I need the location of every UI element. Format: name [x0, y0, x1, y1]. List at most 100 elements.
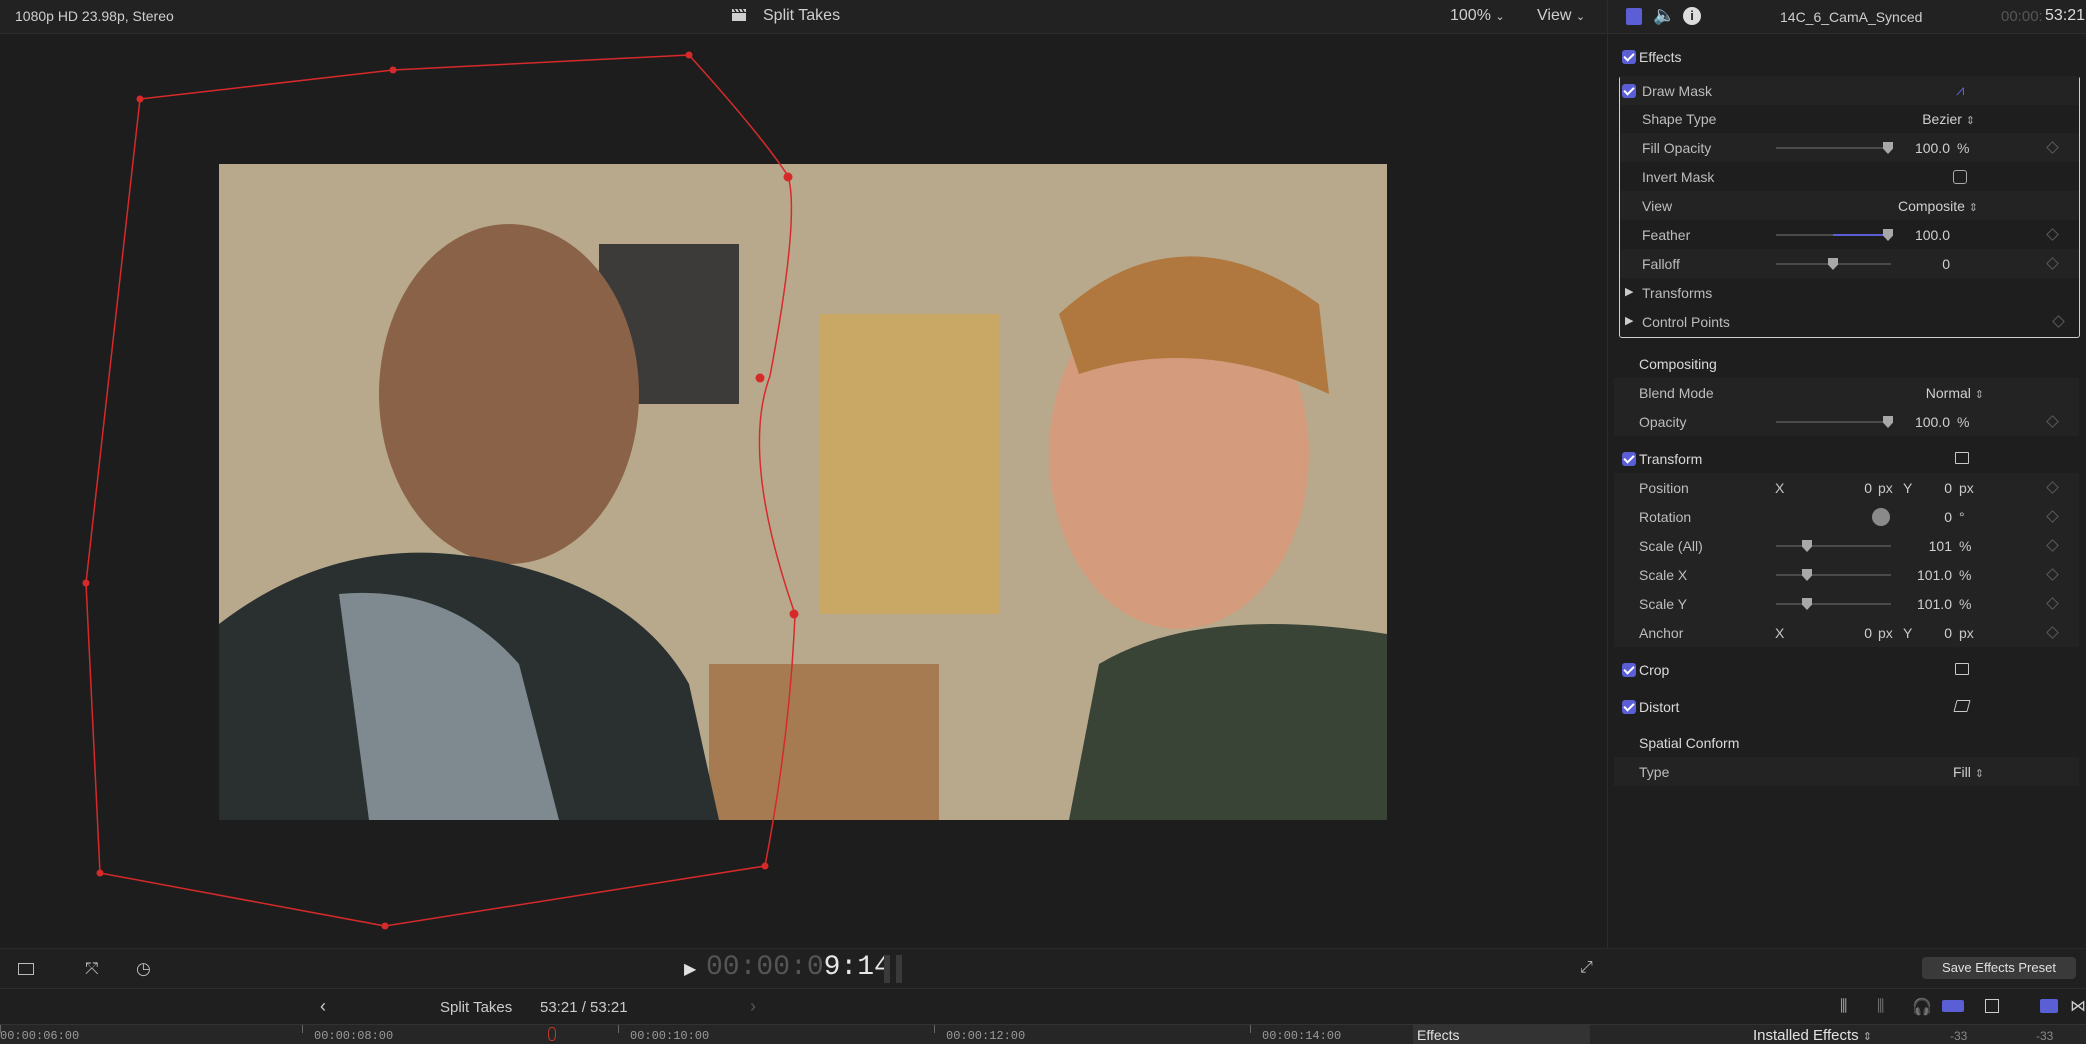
- falloff-slider[interactable]: [1776, 258, 1891, 270]
- mask-shape[interactable]: [0, 36, 1607, 948]
- transforms-disclosure[interactable]: ▶ Transforms: [1620, 278, 2079, 307]
- keyframe-icon[interactable]: [2046, 568, 2059, 581]
- scale-x-slider[interactable]: [1776, 569, 1891, 581]
- zoom-menu[interactable]: 100% ⌄: [1450, 7, 1505, 25]
- crop-section[interactable]: Crop: [1614, 655, 2079, 684]
- opacity-slider[interactable]: [1776, 416, 1893, 428]
- slider-knob[interactable]: [1883, 142, 1893, 154]
- keyframe-icon[interactable]: [2052, 315, 2065, 328]
- draw-mask-header[interactable]: Draw Mask ⩘: [1620, 76, 2079, 105]
- mask-draw-icon[interactable]: ⩘: [1956, 82, 1970, 99]
- keyframe-icon[interactable]: [2046, 597, 2059, 610]
- video-inspector-icon[interactable]: [1626, 8, 1642, 25]
- keyframe-icon[interactable]: [2046, 626, 2059, 639]
- effects-section[interactable]: Effects: [1614, 42, 2079, 71]
- slider-knob[interactable]: [1883, 229, 1893, 241]
- transform-onscreen-icon[interactable]: [1955, 452, 1969, 464]
- forward-arrow-icon[interactable]: ›: [750, 996, 756, 1017]
- timecode-display[interactable]: 00:00:09:14: [706, 952, 891, 983]
- opacity-value[interactable]: 100.0: [1900, 414, 1950, 430]
- timeline-position: 53:21 / 53:21: [540, 999, 628, 1016]
- keyframe-icon[interactable]: [2046, 257, 2059, 270]
- slider-knob[interactable]: [1802, 598, 1812, 610]
- save-effects-preset-button[interactable]: Save Effects Preset: [1922, 957, 2076, 979]
- playhead-marker[interactable]: [548, 1027, 556, 1041]
- playhead-handle-icon[interactable]: [896, 955, 902, 983]
- distort-section[interactable]: Distort: [1614, 692, 2079, 721]
- slider-knob[interactable]: [1802, 569, 1812, 581]
- scale-all-slider[interactable]: [1776, 540, 1891, 552]
- skimming-icon[interactable]: ⫼: [1840, 998, 1847, 1016]
- transform-tool-icon[interactable]: ⤧: [85, 959, 99, 979]
- anchor-x-value[interactable]: 0: [1832, 625, 1872, 641]
- display-options-icon[interactable]: [18, 963, 34, 975]
- anchor-y-value[interactable]: 0: [1912, 625, 1952, 641]
- slider-knob[interactable]: [1883, 416, 1893, 428]
- audio-skimming-icon[interactable]: ⫼: [1877, 998, 1884, 1016]
- playhead-handle-icon[interactable]: [884, 955, 890, 983]
- transform-checkbox[interactable]: [1622, 452, 1636, 466]
- info-icon[interactable]: i: [1683, 7, 1701, 25]
- feather-value[interactable]: 100.0: [1900, 227, 1950, 243]
- crop-checkbox[interactable]: [1622, 663, 1636, 677]
- installed-effects-select[interactable]: Installed Effects ⇕: [1753, 1027, 1872, 1044]
- feather-slider[interactable]: [1776, 229, 1893, 241]
- shape-type-select[interactable]: Bezier ⇕: [1920, 111, 1975, 127]
- rotation-value[interactable]: 0: [1912, 509, 1952, 525]
- scale-all-label: Scale (All): [1639, 538, 1703, 554]
- view-select[interactable]: Composite ⇕: [1888, 198, 1978, 214]
- chevron-down-icon: ⌄: [1575, 11, 1586, 23]
- effects-tab[interactable]: Effects: [1413, 1025, 1590, 1044]
- back-arrow-icon[interactable]: ‹: [320, 996, 326, 1017]
- fill-opacity-slider[interactable]: [1776, 142, 1893, 154]
- keyframe-icon[interactable]: [2046, 141, 2059, 154]
- snapping-icon[interactable]: [1942, 1000, 1964, 1012]
- distort-checkbox[interactable]: [1622, 700, 1636, 714]
- conform-type-select[interactable]: Fill ⇕: [1944, 764, 1984, 780]
- crop-onscreen-icon[interactable]: [1955, 663, 1969, 675]
- headphones-icon[interactable]: 🎧: [1912, 997, 1932, 1017]
- blend-mode-select[interactable]: Normal ⇕: [1919, 385, 1984, 401]
- play-icon[interactable]: ▶: [684, 959, 696, 979]
- meter-left: -33: [1950, 1029, 1968, 1043]
- position-x-value[interactable]: 0: [1832, 480, 1872, 496]
- compositing-section[interactable]: Compositing: [1614, 349, 2079, 378]
- distort-onscreen-icon[interactable]: [1953, 700, 1971, 712]
- conform-type-value: Fill: [1953, 764, 1971, 780]
- fullscreen-icon[interactable]: ⤢: [1580, 959, 1593, 977]
- disclosure-triangle-icon[interactable]: ▶: [1625, 285, 1633, 298]
- timeline-ruler[interactable]: 00:00:06:00 00:00:08:00 00:00:10:00 00:0…: [0, 1024, 2086, 1044]
- control-points-label: Control Points: [1642, 314, 1730, 330]
- slider-knob[interactable]: [1802, 540, 1812, 552]
- transform-section[interactable]: Transform: [1614, 444, 2079, 473]
- slider-knob[interactable]: [1828, 258, 1838, 270]
- scale-all-value[interactable]: 101: [1912, 538, 1952, 554]
- inspector-header: 🔈 i 14C_6_CamA_Synced 00:00: 53:21: [1608, 0, 2086, 34]
- transitions-icon[interactable]: ⋈: [2070, 996, 2086, 1016]
- position-y-value[interactable]: 0: [1912, 480, 1952, 496]
- rotation-dial[interactable]: [1872, 508, 1890, 526]
- falloff-value[interactable]: 0: [1900, 256, 1950, 272]
- position-x-unit: px: [1878, 480, 1893, 496]
- effects-browser-icon[interactable]: [2040, 999, 2058, 1013]
- spatial-conform-section[interactable]: Spatial Conform: [1614, 728, 2079, 757]
- view-menu[interactable]: View ⌄: [1537, 7, 1585, 25]
- keyframe-icon[interactable]: [2046, 510, 2059, 523]
- scale-x-value[interactable]: 101.0: [1900, 567, 1952, 583]
- speed-icon[interactable]: ◷: [136, 959, 151, 979]
- keyframe-icon[interactable]: [2046, 228, 2059, 241]
- draw-mask-checkbox[interactable]: [1622, 84, 1636, 98]
- effects-checkbox[interactable]: [1622, 50, 1636, 64]
- keyframe-icon[interactable]: [2046, 415, 2059, 428]
- invert-mask-checkbox[interactable]: [1953, 170, 1967, 184]
- keyframe-icon[interactable]: [2046, 481, 2059, 494]
- scale-y-value[interactable]: 101.0: [1900, 596, 1952, 612]
- clip-appearance-icon[interactable]: [1985, 999, 1999, 1013]
- speaker-icon[interactable]: 🔈: [1653, 5, 1675, 26]
- control-points-disclosure[interactable]: ▶ Control Points: [1620, 307, 2079, 336]
- fill-opacity-value[interactable]: 100.0: [1900, 140, 1950, 156]
- scale-y-slider[interactable]: [1776, 598, 1891, 610]
- keyframe-icon[interactable]: [2046, 539, 2059, 552]
- disclosure-triangle-icon[interactable]: ▶: [1625, 314, 1633, 327]
- viewer-canvas[interactable]: [0, 36, 1607, 948]
